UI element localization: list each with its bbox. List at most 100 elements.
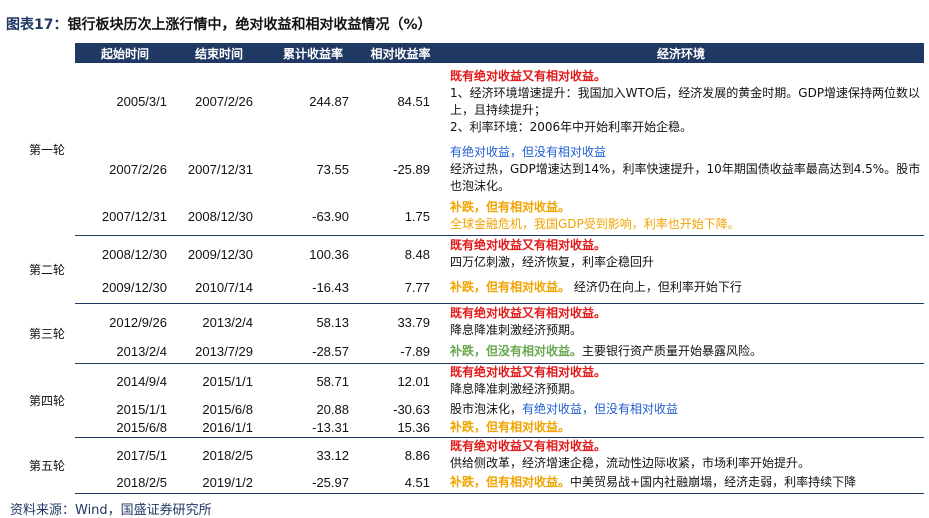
end-date: 2009/12/30: [187, 246, 253, 262]
end-date: 2018/2/5: [202, 447, 253, 463]
rel-return: 8.48: [404, 246, 430, 262]
round-label: 第三轮: [29, 326, 66, 341]
env-text: 主要银行资产质量开始暴露风险。: [582, 344, 763, 359]
env-cell: 既有绝对收益又有相对收益。 降息降准刺激经济预期。: [438, 363, 924, 399]
cum-return: -13.31: [263, 419, 363, 438]
rel-return: -25.89: [393, 161, 430, 177]
env-cell: 有绝对收益，但没有相对收益 经济过热，GDP增速达到14%，利率快速提升，10年…: [438, 140, 924, 198]
start-date: 2013/2/4: [75, 341, 175, 364]
env-cell: 既有绝对收益又有相对收益。 供给侧改革，经济增速企稳，流动性边际收紧，市场利率开…: [438, 437, 924, 473]
cum-return: 73.55: [316, 161, 349, 177]
round-label: 第四轮: [29, 393, 66, 408]
env-cell: 补跌，但没有相对收益。主要银行资产质量开始暴露风险。: [438, 341, 924, 364]
rel-return: 15.36: [363, 419, 438, 438]
table-row: 2015/6/8 2016/1/1 -13.31 15.36 补跌，但有相对收益…: [9, 419, 924, 438]
start-date: 2007/2/26: [109, 161, 167, 177]
env-text: 经济仍在向上，但利率开始下行: [573, 280, 742, 295]
table-row: 第五轮 2017/5/1 2018/2/5 33.12 8.86 既有绝对收益又…: [9, 437, 924, 473]
env-tag: 既有绝对收益又有相对收益。: [450, 68, 607, 83]
env-cell: 股市泡沫化，有绝对收益，但没有相对收益: [438, 399, 924, 419]
end-date: 2010/7/14: [175, 273, 263, 304]
rel-return: -30.63: [393, 401, 430, 417]
env-tag: 有绝对收益，但没有相对收益: [450, 144, 607, 159]
rel-return: 12.01: [397, 373, 430, 389]
env-text: 降息降准刺激经济预期。: [450, 382, 583, 397]
source-note: 资料来源：Wind，国盛证券研究所: [10, 503, 212, 518]
env-cell: 既有绝对收益又有相对收益。 四万亿刺激，经济恢复，利率企稳回升: [438, 235, 924, 273]
cum-return: 58.71: [316, 373, 349, 389]
returns-table: 起始时间 结束时间 累计收益率 相对收益率 经济环境 第一轮 2005/3/1 …: [9, 43, 924, 494]
start-date: 2008/12/30: [101, 246, 167, 262]
header-blank: [9, 43, 75, 63]
end-date: 2019/1/2: [175, 473, 263, 494]
table-row: 第一轮 2005/3/1 2007/2/26 244.87 84.51 既有绝对…: [9, 63, 924, 157]
cum-return: -63.90: [263, 198, 363, 236]
round-label: 第一轮: [29, 142, 66, 157]
env-text: 股市泡沫化，: [450, 401, 523, 416]
start-date: 2005/3/1: [116, 94, 167, 109]
start-date: 2014/9/4: [116, 373, 167, 389]
env-tag: 补跌，但有相对收益。: [450, 200, 571, 215]
table-row: 2018/2/5 2019/1/2 -25.97 4.51 补跌，但有相对收益。…: [9, 473, 924, 494]
env-cell: 补跌，但有相对收益。 经济仍在向上，但利率开始下行: [438, 273, 924, 304]
rel-return: 33.79: [397, 314, 430, 330]
env-text: 四万亿刺激，经济恢复，利率企稳回升: [450, 255, 655, 270]
cum-return: -16.43: [263, 273, 363, 304]
end-date: 2007/12/31: [187, 161, 253, 177]
env-text: 中美贸易战+国内社融崩塌，经济走弱，利率持续下降: [570, 475, 857, 490]
table-row: 第三轮 2012/9/26 2013/2/4 58.13 33.79 既有绝对收…: [9, 303, 924, 341]
env-tag: 既有绝对收益又有相对收益。: [450, 238, 607, 253]
table-row: 2013/2/4 2013/7/29 -28.57 -7.89 补跌，但没有相对…: [9, 341, 924, 364]
cum-return: -25.97: [263, 473, 363, 494]
cum-return: 20.88: [316, 401, 349, 417]
cum-return: 33.12: [316, 447, 349, 463]
env-tag: 补跌，但有相对收益。: [450, 280, 571, 295]
end-date: 2015/6/8: [202, 401, 253, 417]
start-date: 2012/9/26: [109, 314, 167, 330]
env-tag: 有绝对收益，但没有相对收益: [522, 401, 679, 416]
start-date: 2017/5/1: [116, 447, 167, 463]
table-row: 2009/12/30 2010/7/14 -16.43 7.77 补跌，但有相对…: [9, 273, 924, 304]
header-end: 结束时间: [175, 43, 263, 63]
rel-return: 84.51: [397, 94, 430, 109]
table-row: 2007/2/26 2007/12/31 73.55 -25.89 有绝对收益，…: [9, 140, 924, 198]
start-date: 2007/12/31: [75, 198, 175, 236]
env-text: 2、利率环境：2006年中开始利率开始企稳。: [450, 119, 693, 134]
rel-return: -7.89: [363, 341, 438, 364]
rel-return: 8.86: [404, 447, 430, 463]
start-date: 2015/6/8: [75, 419, 175, 438]
rel-return: 4.51: [363, 473, 438, 494]
header-rel: 相对收益率: [363, 43, 438, 63]
end-date: 2013/7/29: [175, 341, 263, 364]
end-date: 2013/2/4: [202, 314, 253, 330]
env-cell: 既有绝对收益又有相对收益。 降息降准刺激经济预期。: [438, 303, 924, 341]
cum-return: 58.13: [316, 314, 349, 330]
env-tag: 既有绝对收益又有相对收益。: [450, 439, 607, 454]
figure-title: 图表17：银行板块历次上涨行情中，绝对收益和相对收益情况（%）: [6, 14, 432, 34]
env-text: 全球金融危机，我国GDP受到影响，利率也开始下降。: [450, 217, 740, 232]
env-text: 供给侧改革，经济增速企稳，流动性边际收紧，市场利率开始提升。: [450, 456, 811, 471]
start-date: 2009/12/30: [75, 273, 175, 304]
header-env: 经济环境: [438, 43, 924, 63]
end-date: 2016/1/1: [175, 419, 263, 438]
start-date: 2015/1/1: [116, 401, 167, 417]
table-row: 2007/12/31 2008/12/30 -63.90 1.75 补跌，但有相…: [9, 198, 924, 236]
table-row: 2015/1/1 2015/6/8 20.88 -30.63 股市泡沫化，有绝对…: [9, 399, 924, 419]
env-text: 经济过热，GDP增速达到14%，利率快速提升，10年期国债收益率最高达到4.5%…: [450, 161, 921, 193]
header-row: 起始时间 结束时间 累计收益率 相对收益率 经济环境: [9, 43, 924, 63]
env-tag: 既有绝对收益又有相对收益。: [450, 306, 607, 321]
env-cell: 补跌，但有相对收益。 全球金融危机，我国GDP受到影响，利率也开始下降。: [438, 198, 924, 236]
env-tag: 补跌，但有相对收益。: [450, 420, 571, 435]
env-cell: 既有绝对收益又有相对收益。 1、经济环境增速提升：我国加入WTO后，经济发展的黄…: [438, 63, 924, 140]
header-start: 起始时间: [75, 43, 175, 63]
header-cum: 累计收益率: [263, 43, 363, 63]
start-date: 2018/2/5: [75, 473, 175, 494]
cum-return: -28.57: [263, 341, 363, 364]
figure-title-text: 银行板块历次上涨行情中，绝对收益和相对收益情况（%）: [67, 17, 432, 33]
rel-return: 1.75: [363, 198, 438, 236]
table-row: 第二轮 2008/12/30 2009/12/30 100.36 8.48 既有…: [9, 235, 924, 276]
env-cell: 补跌，但有相对收益。中美贸易战+国内社融崩塌，经济走弱，利率持续下降: [438, 473, 924, 494]
cum-return: 244.87: [309, 94, 349, 109]
env-tag: 既有绝对收益又有相对收益。: [450, 365, 607, 380]
env-text: 1、经济环境增速提升：我国加入WTO后，经济发展的黄金时期。GDP增速保持两位数…: [450, 85, 921, 117]
